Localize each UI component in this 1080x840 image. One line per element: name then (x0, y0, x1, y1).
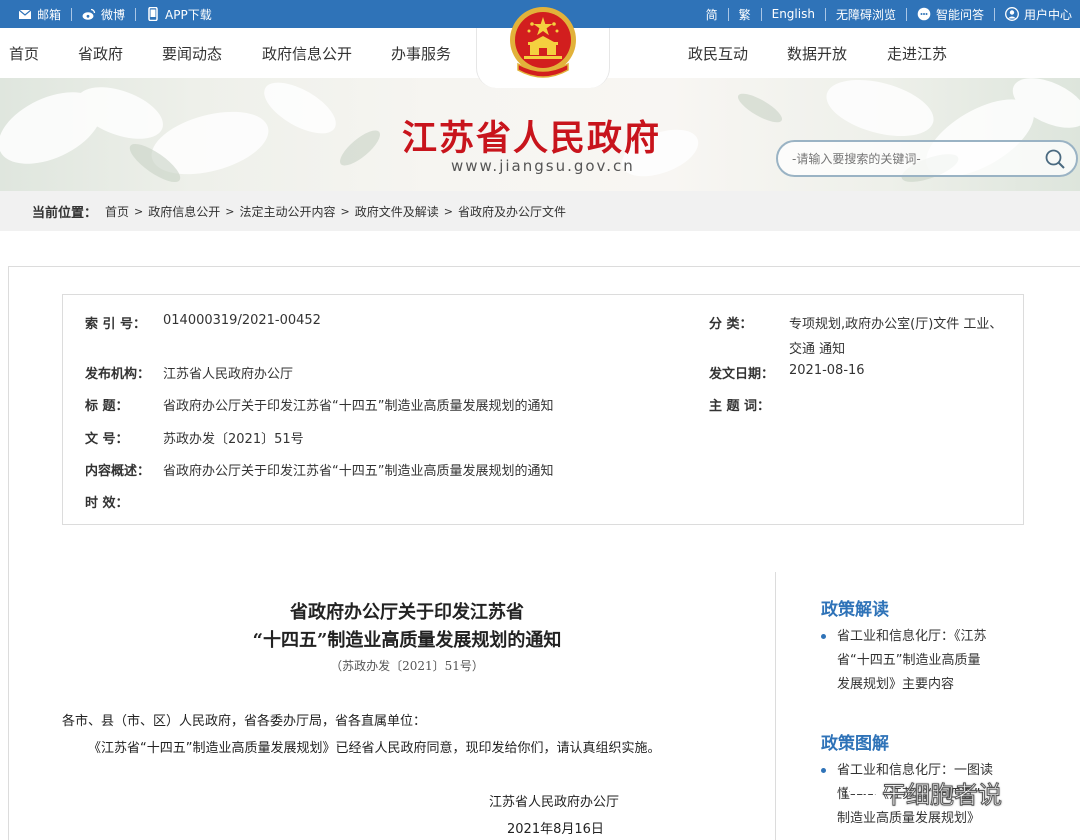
user-center-label: 用户中心 (1023, 7, 1072, 22)
breadcrumb-item[interactable]: 首页 (105, 203, 129, 220)
document-date: 2021年8月16日 (507, 822, 604, 837)
document-body: 《江苏省“十四五”制造业高质量发展规划》已经省人民政府同意，现印发给你们，请认真… (88, 741, 661, 756)
divider (775, 572, 776, 840)
traditional-chinese-link[interactable]: 繁 (729, 6, 761, 23)
category-label: 分 类： (709, 317, 753, 332)
document-salutation: 各市、县（市、区）人民政府，省各委办厅局，省各直属单位： (62, 714, 427, 729)
phone-icon (148, 7, 158, 21)
site-title: 江苏省人民政府 (402, 119, 662, 159)
breadcrumb-item[interactable]: 政府文件及解读 (355, 203, 439, 220)
category-value: 专项规划,政府办公室(厅)文件 工业、 (789, 317, 1003, 332)
document-number: （苏政办发〔2021〕51号） (330, 659, 484, 673)
watermark-text: 干细胞者说 (882, 781, 1003, 810)
national-emblem-icon[interactable] (508, 4, 578, 86)
chevron-right-icon: > (443, 204, 453, 218)
publisher-value: 江苏省人民政府办公厅 (163, 367, 294, 382)
document-title-line-1: 省政府办公厅关于印发江苏省 (290, 602, 524, 623)
title-label: 标 题： (85, 399, 129, 414)
breadcrumb-item[interactable]: 政府信息公开 (148, 203, 220, 220)
simplified-chinese-link[interactable]: 简 (696, 6, 728, 23)
mail-link[interactable]: 邮箱 (8, 6, 71, 23)
wechat-icon (847, 781, 875, 803)
nav-item-home[interactable]: 首页 (9, 28, 39, 78)
nav-item-interaction[interactable]: 政民互动 (688, 28, 748, 78)
nav-item-open-data[interactable]: 数据开放 (787, 28, 847, 78)
breadcrumb-item[interactable]: 法定主动公开内容 (239, 203, 335, 220)
breadcrumb-item[interactable]: 省政府及办公厅文件 (458, 203, 566, 220)
bullet-icon (821, 634, 826, 639)
nav-item-gov-info-disclosure[interactable]: 政府信息公开 (262, 28, 352, 78)
simplified-label: 简 (705, 7, 718, 22)
title-value: 省政府办公厅关于印发江苏省“十四五”制造业高质量发展规划的通知 (163, 399, 554, 414)
chevron-right-icon: > (225, 204, 235, 218)
search-box (776, 140, 1078, 177)
user-icon (1005, 7, 1019, 21)
publisher-label: 发布机构： (85, 367, 151, 382)
nav-item-news[interactable]: 要闻动态 (162, 28, 222, 78)
smart-qa-label: 智能问答 (935, 7, 984, 22)
docno-label: 文 号： (85, 432, 129, 447)
policy-infographic-heading: 政策图解 (821, 734, 889, 754)
link-text-line: 发展规划》主要内容 (837, 677, 955, 692)
category-value-continued: 交通 通知 (789, 342, 846, 357)
english-link[interactable]: English (762, 7, 825, 21)
link-text-line: 制造业高质量发展规划》 (837, 811, 981, 826)
app-download-label: APP下载 (165, 7, 212, 22)
link-text-line: 省“十四五”制造业高质量 (837, 653, 981, 668)
app-download-link[interactable]: APP下载 (136, 6, 222, 23)
mail-icon (18, 9, 32, 19)
mail-label: 邮箱 (37, 7, 62, 22)
summary-label: 内容概述： (85, 464, 151, 479)
smart-qa-link[interactable]: 智能问答 (907, 6, 994, 23)
user-center-link[interactable]: 用户中心 (995, 6, 1072, 23)
breadcrumb: 当前位置： 首页 > 政府信息公开 > 法定主动公开内容 > 政府文件及解读 >… (0, 191, 1080, 231)
policy-interpretation-heading: 政策解读 (821, 600, 889, 620)
search-icon[interactable] (1044, 148, 1066, 170)
summary-value: 省政府办公厅关于印发江苏省“十四五”制造业高质量发展规划的通知 (163, 464, 554, 479)
weibo-icon (82, 8, 96, 20)
docno-value: 苏政办发〔2021〕51号 (163, 432, 304, 447)
link-text-line: 省工业和信息化厅：《江苏 (837, 629, 987, 644)
bullet-icon (821, 768, 826, 773)
weibo-link[interactable]: 微博 (72, 6, 135, 23)
policy-interpretation-link[interactable]: 省工业和信息化厅：《江苏 省“十四五”制造业高质量 发展规划》主要内容 (821, 625, 1021, 697)
accessibility-link[interactable]: 无障碍浏览 (826, 6, 906, 23)
site-url: www.jiangsu.gov.cn (451, 157, 635, 175)
search-input[interactable] (792, 148, 1032, 170)
chat-icon (917, 7, 931, 21)
chevron-right-icon: > (134, 204, 144, 218)
document-title-line-2: “十四五”制造业高质量发展规划的通知 (252, 630, 562, 651)
chevron-right-icon: > (340, 204, 350, 218)
date-value: 2021-08-16 (789, 363, 865, 378)
breadcrumb-label: 当前位置： (32, 205, 98, 221)
subject-label: 主 题 词： (709, 399, 771, 414)
document-metadata: 索 引 号： 014000319/2021-00452 分 类： 专项规划,政府… (62, 294, 1024, 525)
watermark: 干细胞者说 (846, 775, 1003, 810)
validity-label: 时 效： (85, 496, 129, 511)
nav-item-province-government[interactable]: 省政府 (78, 28, 123, 78)
index-value: 014000319/2021-00452 (163, 313, 321, 328)
document-signer: 江苏省人民政府办公厅 (489, 795, 620, 810)
weibo-label: 微博 (101, 7, 126, 22)
traditional-label: 繁 (738, 7, 751, 22)
date-label: 发文日期： (709, 367, 775, 382)
english-label: English (771, 7, 815, 21)
nav-item-services[interactable]: 办事服务 (391, 28, 451, 78)
index-label: 索 引 号： (85, 317, 147, 332)
nav-item-about-jiangsu[interactable]: 走进江苏 (887, 28, 947, 78)
accessibility-label: 无障碍浏览 (835, 7, 896, 22)
